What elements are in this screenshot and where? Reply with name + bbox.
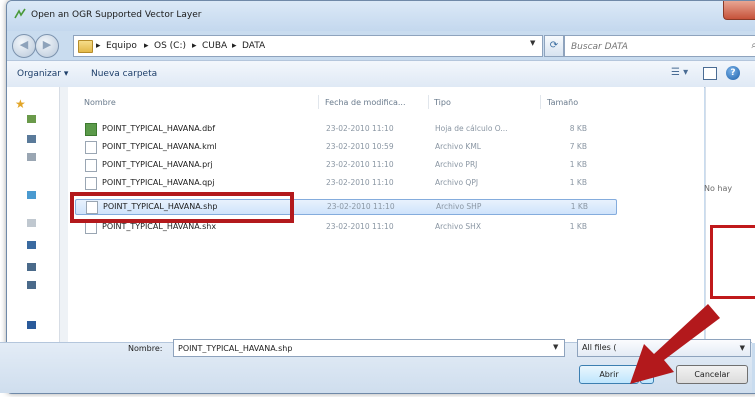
favorites-star-icon[interactable]: ★ bbox=[15, 97, 26, 111]
nav-folder-icon[interactable] bbox=[27, 135, 36, 143]
blank-file-icon bbox=[85, 159, 97, 172]
file-size: 1 KB bbox=[569, 160, 587, 169]
toolbar: Organizar ▾ Nueva carpeta ☰ ▾ ? bbox=[7, 60, 755, 88]
file-type: Archivo SHX bbox=[435, 222, 481, 231]
file-name: POINT_TYPICAL_HAVANA.prj bbox=[102, 160, 213, 169]
address-dropdown-icon[interactable]: ▼ bbox=[530, 39, 540, 51]
document-file-icon bbox=[85, 141, 97, 154]
breadcrumb-separator: ▸ bbox=[144, 41, 149, 51]
file-date: 23-02-2010 11:10 bbox=[326, 222, 394, 231]
file-date: 23-02-2010 11:10 bbox=[327, 202, 395, 211]
column-separator[interactable] bbox=[428, 95, 429, 109]
help-icon[interactable]: ? bbox=[726, 66, 740, 80]
nav-folder-icon[interactable] bbox=[27, 241, 36, 249]
window-title: Open an OGR Supported Vector Layer bbox=[31, 10, 202, 20]
new-folder-button[interactable]: Nueva carpeta bbox=[91, 69, 157, 79]
nav-folder-icon[interactable] bbox=[27, 153, 36, 161]
breadcrumb-separator: ▸ bbox=[192, 41, 197, 51]
file-name: POINT_TYPICAL_HAVANA.shx bbox=[102, 222, 217, 231]
breadcrumb-separator: ▸ bbox=[232, 41, 237, 51]
breadcrumb-drive[interactable]: OS (C:) bbox=[154, 41, 186, 51]
preview-message: No hay bbox=[704, 184, 733, 193]
column-header-date[interactable]: Fecha de modifica... bbox=[325, 98, 406, 107]
folder-icon bbox=[78, 40, 93, 53]
address-bar[interactable]: ▸ Equipo ▸ OS (C:) ▸ CUBA ▸ DATA bbox=[73, 35, 543, 57]
column-header-name[interactable]: Nombre bbox=[84, 98, 116, 107]
title-bar[interactable]: Open an OGR Supported Vector Layer bbox=[7, 1, 755, 31]
breadcrumb-equipo[interactable]: Equipo bbox=[106, 41, 137, 51]
breadcrumb-data[interactable]: DATA bbox=[242, 41, 265, 51]
search-icon[interactable]: ⌕ bbox=[751, 40, 755, 51]
filename-label: Nombre: bbox=[128, 344, 163, 353]
file-name: POINT_TYPICAL_HAVANA.kml bbox=[102, 142, 217, 151]
filename-input[interactable] bbox=[173, 339, 565, 357]
column-header-type[interactable]: Tipo bbox=[434, 98, 451, 107]
file-name: POINT_TYPICAL_HAVANA.dbf bbox=[102, 124, 216, 133]
selection-annotation-box bbox=[70, 192, 294, 223]
chevron-down-icon: ▼ bbox=[739, 344, 745, 352]
file-date: 23-02-2010 10:59 bbox=[326, 142, 394, 151]
file-size: 1 KB bbox=[570, 202, 588, 211]
file-row[interactable]: POINT_TYPICAL_HAVANA.dbf 23-02-2010 11:1… bbox=[75, 122, 615, 136]
column-separator[interactable] bbox=[540, 95, 541, 109]
navigation-scrollbar[interactable] bbox=[59, 87, 68, 343]
file-date: 23-02-2010 11:10 bbox=[326, 178, 394, 187]
file-type: Archivo QPJ bbox=[435, 178, 479, 187]
file-row[interactable]: POINT_TYPICAL_HAVANA.prj 23-02-2010 11:1… bbox=[75, 158, 615, 172]
organize-menu[interactable]: Organizar ▾ bbox=[17, 69, 68, 79]
column-header-size[interactable]: Tamaño bbox=[547, 98, 578, 107]
file-type: Archivo KML bbox=[435, 142, 481, 151]
app-icon bbox=[14, 8, 26, 19]
preview-pane-icon[interactable] bbox=[703, 67, 717, 80]
computer-icon[interactable] bbox=[27, 263, 36, 271]
file-size: 8 KB bbox=[569, 124, 587, 133]
file-date: 23-02-2010 11:10 bbox=[326, 124, 394, 133]
nav-folder-icon[interactable] bbox=[27, 115, 36, 123]
view-options-icon[interactable]: ☰ ▾ bbox=[671, 67, 695, 81]
breadcrumb-separator: ▸ bbox=[96, 41, 101, 51]
breadcrumb-cuba[interactable]: CUBA bbox=[202, 41, 227, 51]
file-date: 23-02-2010 11:10 bbox=[326, 160, 394, 169]
nav-folder-icon[interactable] bbox=[27, 219, 36, 227]
file-size: 1 KB bbox=[569, 222, 587, 231]
close-button[interactable] bbox=[723, 1, 755, 20]
file-row[interactable]: POINT_TYPICAL_HAVANA.kml 23-02-2010 10:5… bbox=[75, 140, 615, 154]
navigation-pane[interactable]: ★ bbox=[7, 87, 65, 343]
filename-dropdown-icon[interactable]: ▼ bbox=[553, 343, 558, 351]
preview-annotation-box bbox=[710, 225, 755, 299]
file-type: Archivo SHP bbox=[436, 202, 482, 211]
file-name: POINT_TYPICAL_HAVANA.qpj bbox=[102, 178, 215, 187]
forward-button[interactable]: ▶ bbox=[35, 34, 59, 58]
file-row[interactable]: POINT_TYPICAL_HAVANA.qpj 23-02-2010 11:1… bbox=[75, 176, 615, 190]
annotation-arrow-icon bbox=[630, 304, 720, 384]
file-size: 1 KB bbox=[569, 178, 587, 187]
network-icon[interactable] bbox=[27, 321, 36, 329]
blank-file-icon bbox=[85, 177, 97, 190]
back-button[interactable]: ◀ bbox=[12, 34, 36, 58]
drive-icon[interactable] bbox=[27, 281, 36, 289]
file-size: 7 KB bbox=[569, 142, 587, 151]
search-box[interactable]: ⌕ bbox=[564, 35, 755, 57]
file-type: Hoja de cálculo O... bbox=[435, 124, 508, 133]
refresh-button[interactable]: ⟳ bbox=[544, 35, 564, 57]
forward-arrow-icon: ▶ bbox=[42, 38, 52, 51]
column-separator[interactable] bbox=[318, 95, 319, 109]
back-arrow-icon: ◀ bbox=[19, 38, 29, 51]
file-type: Archivo PRJ bbox=[435, 160, 478, 169]
spreadsheet-file-icon bbox=[85, 123, 97, 136]
libraries-icon[interactable] bbox=[27, 191, 36, 199]
search-input[interactable] bbox=[569, 38, 743, 55]
